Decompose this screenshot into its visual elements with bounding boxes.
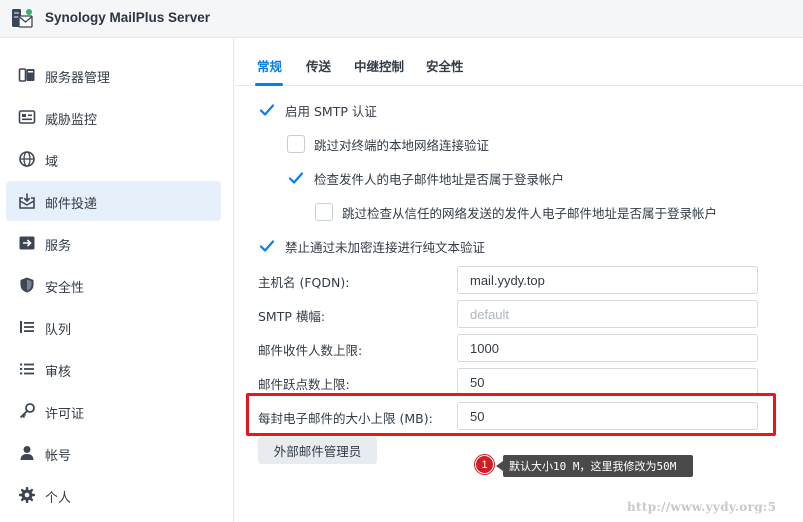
check-sender-checkbox[interactable]: [287, 169, 305, 187]
sidebar-item-label: 威胁监控: [45, 113, 98, 128]
queue-icon: [20, 321, 34, 333]
sidebar-item-label: 服务器管理: [45, 71, 111, 86]
sidebar-item-license[interactable]: 许可证: [6, 391, 221, 431]
mail-delivery-icon: [19, 193, 35, 209]
app-title: Synology MailPlus Server: [45, 10, 211, 25]
annotation-number-badge: 1: [475, 455, 494, 474]
max-size-label: 每封电子邮件的大小上限 (MB):: [258, 411, 433, 426]
checkmark-icon: [259, 104, 275, 116]
annotation-pointer: [496, 461, 503, 471]
hostname-input[interactable]: [457, 266, 758, 294]
option-skip-terminal[interactable]: 跳过对终端的本地网络连接验证: [287, 134, 489, 154]
watermark: http://www.yydy.org:5: [627, 500, 777, 514]
sidebar-item-label: 服务: [45, 239, 72, 254]
title-bar: Synology MailPlus Server: [0, 0, 803, 38]
sidebar-item-label: 个人: [45, 491, 72, 506]
sidebar-item-label: 域: [45, 155, 59, 170]
sidebar-item-label: 安全性: [45, 281, 85, 296]
skip-trusted-checkbox[interactable]: [315, 203, 333, 221]
sidebar-item-audit[interactable]: 审核: [6, 349, 221, 389]
sidebar-item-queue[interactable]: 队列: [6, 307, 221, 347]
shield-icon: [20, 277, 34, 293]
tab-bar: 常规 传送 中继控制 安全性: [235, 38, 803, 86]
globe-icon: [19, 151, 35, 167]
skip-terminal-label: 跳过对终端的本地网络连接验证: [314, 137, 490, 153]
skip-trusted-label: 跳过检查从信任的网络发送的发件人电子邮件地址是否属于登录帐户: [342, 205, 718, 221]
option-no-plaintext[interactable]: 禁止通过未加密连接进行纯文本验证: [258, 236, 485, 256]
gear-icon: [19, 487, 35, 503]
sidebar-item-security[interactable]: 安全性: [6, 265, 221, 305]
audit-list-icon: [20, 363, 34, 375]
key-icon: [19, 403, 35, 419]
annotation-callout: 默认大小10 M，这里我修改为50M: [503, 455, 693, 477]
sidebar-item-label: 邮件投递: [45, 197, 98, 212]
smtp-banner-input[interactable]: [457, 300, 758, 328]
sidebar-item-label: 帐号: [45, 449, 72, 464]
no-plaintext-label: 禁止通过未加密连接进行纯文本验证: [285, 239, 486, 255]
max-hops-input[interactable]: [457, 368, 758, 396]
option-skip-trusted[interactable]: 跳过检查从信任的网络发送的发件人电子邮件地址是否属于登录帐户: [315, 202, 717, 222]
server-icon: [18, 68, 35, 82]
active-tab-indicator: [255, 83, 283, 86]
sidebar-item-label: 审核: [45, 365, 72, 380]
max-size-input[interactable]: [457, 402, 758, 430]
mailplus-logo-icon: [12, 9, 33, 28]
sidebar-item-domain[interactable]: 域: [6, 139, 221, 179]
sidebar-item-mail-delivery[interactable]: 邮件投递: [6, 181, 221, 221]
sidebar-item-label: 队列: [45, 323, 72, 338]
sidebar-item-label: 许可证: [45, 407, 85, 422]
tab-transfer[interactable]: 传送: [306, 56, 331, 75]
sidebar-item-personal[interactable]: 个人: [6, 475, 221, 515]
external-mail-admin-button[interactable]: 外部邮件管理员: [258, 437, 377, 464]
option-smtp-auth[interactable]: 启用 SMTP 认证: [258, 100, 377, 120]
service-icon: [19, 236, 35, 250]
smtp-auth-checkbox[interactable]: [258, 101, 276, 119]
max-recipients-input[interactable]: [457, 334, 758, 362]
sidebar-item-service[interactable]: 服务: [6, 223, 221, 263]
no-plaintext-checkbox[interactable]: [258, 237, 276, 255]
sidebar-item-account[interactable]: 帐号: [6, 433, 221, 473]
sidebar-item-server-management[interactable]: 服务器管理: [6, 55, 221, 95]
max-recipients-label: 邮件收件人数上限:: [258, 343, 363, 358]
sidebar: 服务器管理 威胁监控 域 邮件投递 服务 安全性 队列 审核 许可证 帐号 个人: [0, 38, 234, 522]
sidebar-item-threat-monitor[interactable]: 威胁监控: [6, 97, 221, 137]
user-icon: [20, 446, 34, 460]
hostname-label: 主机名 (FQDN):: [258, 275, 350, 290]
monitor-icon: [18, 110, 36, 124]
option-check-sender[interactable]: 检查发件人的电子邮件地址是否属于登录帐户: [287, 168, 564, 188]
tab-general[interactable]: 常规: [257, 56, 282, 75]
annotation-text: 默认大小10 M，这里我修改为50M: [509, 460, 677, 473]
tab-security[interactable]: 安全性: [426, 56, 464, 75]
smtp-auth-label: 启用 SMTP 认证: [285, 103, 377, 119]
checkmark-icon: [288, 172, 304, 184]
tab-relay-control[interactable]: 中继控制: [354, 56, 404, 75]
check-sender-label: 检查发件人的电子邮件地址是否属于登录帐户: [314, 171, 565, 187]
skip-terminal-checkbox[interactable]: [287, 135, 305, 153]
smtp-banner-label: SMTP 横幅:: [258, 309, 326, 324]
max-hops-label: 邮件跃点数上限:: [258, 377, 350, 392]
checkmark-icon: [259, 240, 275, 252]
